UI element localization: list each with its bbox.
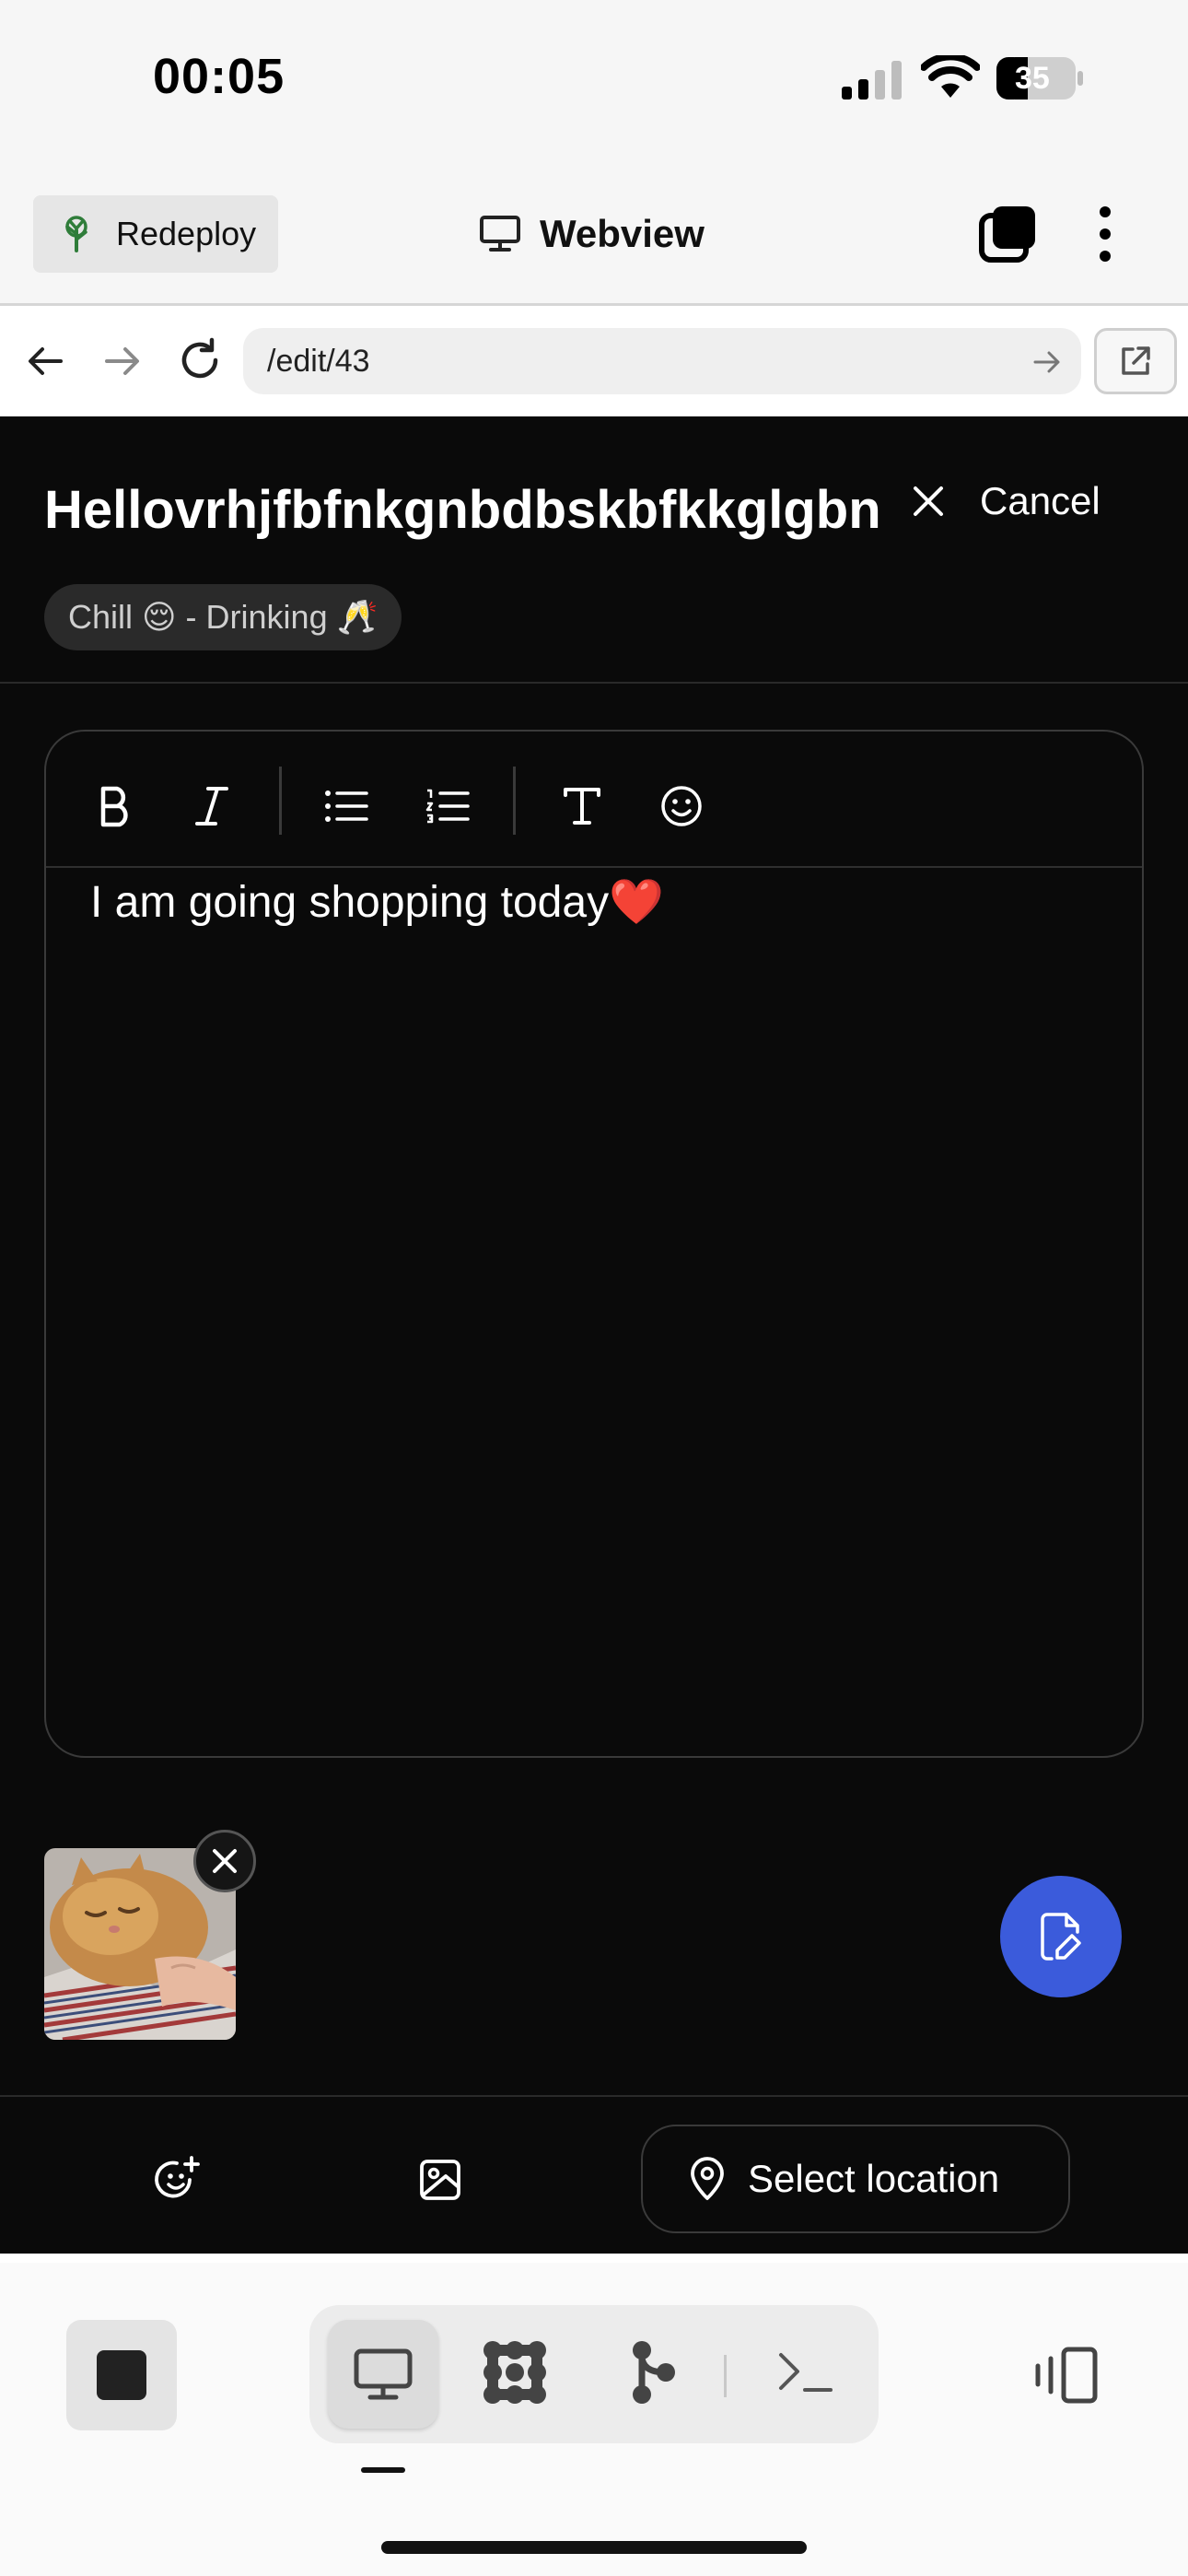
text-icon bbox=[562, 786, 602, 826]
wifi-icon bbox=[921, 55, 980, 100]
terminal-icon bbox=[777, 2349, 834, 2395]
back-button[interactable] bbox=[26, 341, 66, 381]
stop-icon bbox=[97, 2350, 146, 2400]
cancel-label: Cancel bbox=[980, 479, 1101, 522]
page-title: Webview bbox=[540, 212, 705, 255]
tabs-icon bbox=[978, 203, 1039, 263]
bullet-list-icon bbox=[324, 788, 368, 825]
signal-icon bbox=[842, 61, 904, 100]
toolbar-separator bbox=[513, 767, 516, 835]
italic-icon bbox=[193, 784, 230, 828]
image-icon bbox=[418, 2158, 462, 2202]
reload-icon bbox=[177, 337, 223, 383]
open-external-button[interactable] bbox=[1094, 328, 1177, 394]
status-time: 00:05 bbox=[153, 49, 285, 104]
file-edit-icon bbox=[1039, 1912, 1083, 1961]
url-text: /edit/43 bbox=[267, 343, 370, 379]
active-mode-indicator bbox=[361, 2467, 405, 2473]
toolbar-separator bbox=[279, 767, 282, 835]
git-branch-icon bbox=[627, 2337, 679, 2407]
more-vertical-icon bbox=[1087, 205, 1124, 263]
mood-chip[interactable]: Chill 😌 - Drinking 🥂 bbox=[44, 584, 402, 650]
go-button[interactable] bbox=[1031, 346, 1063, 378]
divider bbox=[0, 682, 1188, 684]
numbered-list-icon bbox=[425, 788, 470, 825]
redeploy-label: Redeploy bbox=[116, 215, 257, 252]
save-entry-button[interactable] bbox=[1000, 1876, 1122, 1997]
tree-icon bbox=[61, 216, 92, 252]
select-location-label: Select location bbox=[748, 2157, 1000, 2200]
cancel-button[interactable]: Cancel bbox=[912, 472, 1101, 531]
redeploy-button[interactable]: Redeploy bbox=[33, 195, 278, 273]
monitor-icon bbox=[353, 2348, 413, 2401]
reload-button[interactable] bbox=[177, 337, 223, 383]
arrow-left-icon bbox=[26, 341, 66, 381]
location-pin-icon bbox=[689, 2157, 726, 2201]
numbered-list-button[interactable] bbox=[411, 769, 484, 843]
url-input[interactable]: /edit/43 bbox=[243, 328, 1081, 394]
home-indicator bbox=[381, 2541, 807, 2554]
device-toggle-button[interactable] bbox=[1022, 2336, 1109, 2414]
emoji-button[interactable] bbox=[645, 769, 718, 843]
close-icon bbox=[912, 485, 945, 518]
bold-button[interactable] bbox=[77, 769, 151, 843]
tabs-button[interactable] bbox=[978, 203, 1039, 263]
add-image-button[interactable] bbox=[407, 2147, 473, 2213]
remove-photo-button[interactable] bbox=[193, 1830, 256, 1892]
bold-icon bbox=[96, 784, 133, 828]
arrow-right-icon bbox=[101, 341, 142, 381]
mode-separator bbox=[724, 2355, 727, 2397]
arrow-right-icon bbox=[1031, 346, 1063, 378]
webview-title: Webview bbox=[479, 205, 705, 263]
toolbar-divider bbox=[46, 866, 1142, 868]
italic-button[interactable] bbox=[175, 769, 249, 843]
stop-button[interactable] bbox=[66, 2320, 177, 2430]
mode-git-button[interactable] bbox=[611, 2331, 694, 2414]
smiley-plus-icon bbox=[151, 2154, 203, 2206]
bullet-list-button[interactable] bbox=[309, 769, 383, 843]
battery-level: 35 bbox=[1015, 61, 1050, 96]
forward-button[interactable] bbox=[101, 341, 142, 381]
monitor-icon bbox=[479, 215, 521, 253]
apps-grid-icon bbox=[480, 2337, 550, 2407]
divider bbox=[0, 2095, 1188, 2097]
battery-icon: 35 bbox=[996, 57, 1083, 100]
select-location-button[interactable]: Select location bbox=[641, 2125, 1070, 2233]
text-style-button[interactable] bbox=[545, 769, 619, 843]
mode-apps-button[interactable] bbox=[473, 2331, 556, 2414]
add-mood-button[interactable] bbox=[144, 2147, 210, 2213]
device-rotate-icon bbox=[1031, 2346, 1101, 2405]
mode-desktop-button[interactable] bbox=[328, 2320, 438, 2429]
entry-title: Hellovrhjfbfnkgnbdbskbfkkglgbn bbox=[44, 480, 881, 540]
editor-body-text[interactable]: I am going shopping today❤️ bbox=[90, 875, 664, 928]
close-icon bbox=[211, 1847, 239, 1875]
smiley-icon bbox=[659, 784, 704, 828]
external-link-icon bbox=[1118, 344, 1153, 379]
mode-terminal-button[interactable] bbox=[764, 2331, 847, 2414]
menu-button[interactable] bbox=[1087, 205, 1124, 263]
